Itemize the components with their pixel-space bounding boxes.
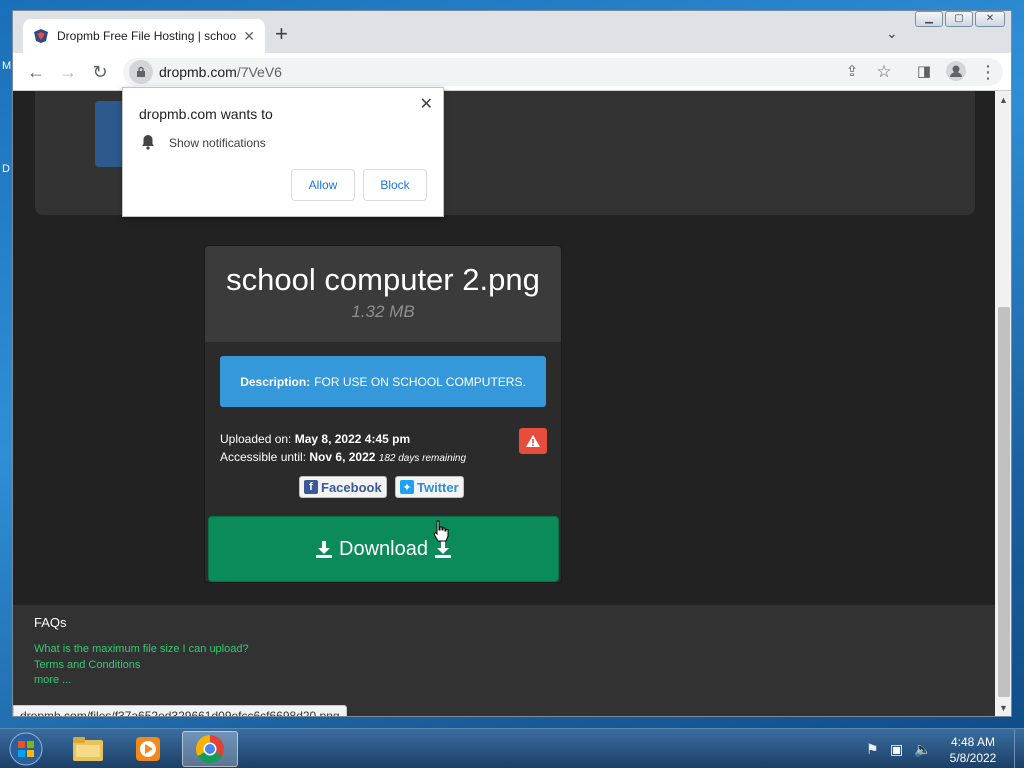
facebook-icon: f (304, 480, 318, 494)
taskbar-media-player-button[interactable] (120, 731, 176, 767)
close-window-button[interactable]: ✕ (975, 11, 1005, 27)
windows-orb-icon (9, 732, 43, 766)
clock-date: 5/8/2022 (949, 751, 997, 765)
profile-avatar-icon[interactable] (945, 61, 967, 83)
block-button[interactable]: Block (363, 169, 427, 201)
share-icon[interactable]: ⇪ (841, 61, 863, 83)
desktop-icon-label-d: D (2, 163, 10, 175)
description-text: FOR USE ON SCHOOL COMPUTERS. (314, 374, 526, 389)
file-meta: Uploaded on: May 8, 2022 4:45 pm Accessi… (220, 430, 466, 468)
minimize-button[interactable]: ▁ (915, 11, 943, 27)
taskbar-chrome-button[interactable] (182, 731, 238, 767)
twitter-share-button[interactable]: ✦ Twitter (395, 476, 464, 498)
uploaded-label: Uploaded on: (220, 432, 292, 446)
bell-icon (142, 135, 154, 150)
tab-search-chevron-icon[interactable]: ⌄ (886, 25, 898, 42)
address-bar[interactable]: dropmb.com/7VeV6 (123, 58, 1003, 86)
url-path: /7VeV6 (236, 64, 282, 80)
notification-permission-popup: dropmb.com wants to ✕ Show notifications… (122, 87, 444, 217)
browser-tab[interactable]: Dropmb Free File Hosting | school ✕ (23, 19, 265, 53)
popup-close-icon[interactable]: ✕ (420, 94, 433, 114)
lock-icon[interactable] (129, 60, 153, 84)
start-button[interactable] (4, 730, 48, 768)
description-box: Description: FOR USE ON SCHOOL COMPUTERS… (220, 356, 546, 407)
facebook-share-button[interactable]: f Facebook (299, 476, 387, 498)
side-panel-icon[interactable]: ◨ (913, 61, 935, 83)
status-bar-url: dropmb.com/files/f37a652ed329661d09efcc6… (13, 705, 347, 716)
days-remaining: 182 days remaining (378, 453, 467, 464)
reload-icon[interactable]: ↻ (89, 61, 111, 83)
file-card-header: school computer 2.png 1.32 MB (205, 246, 561, 342)
warning-icon (526, 435, 540, 447)
browser-toolbar: ← → ↻ dropmb.com/7VeV6 ⇪ ☆ ◨ ⋮ (13, 53, 1011, 91)
popup-permission-text: Show notifications (169, 136, 266, 150)
download-button[interactable]: Download (208, 516, 559, 582)
twitter-bird-icon: ✦ (400, 480, 414, 494)
uploaded-value: May 8, 2022 4:45 pm (294, 432, 411, 446)
popup-title: dropmb.com wants to (139, 106, 273, 122)
folder-icon (73, 737, 103, 761)
chrome-icon (196, 735, 224, 763)
maximize-button[interactable]: ▢ (945, 11, 973, 27)
url-host: dropmb.com (159, 64, 237, 80)
show-desktop-button[interactable] (1014, 729, 1024, 768)
system-clock[interactable]: 4:48 AM 5/8/2022 (938, 734, 1008, 766)
description-label: Description: (240, 374, 311, 389)
volume-icon[interactable]: 🔈 (914, 741, 931, 758)
faq-link-more[interactable]: more ... (34, 674, 71, 686)
forward-arrow-icon[interactable]: → (57, 61, 79, 83)
download-icon-right (434, 541, 451, 558)
file-name: school computer 2.png (226, 262, 540, 297)
scroll-down-arrow-icon[interactable]: ▼ (999, 703, 1008, 713)
page-scrollbar[interactable]: ▲ ▼ (995, 91, 1011, 716)
twitter-label: Twitter (417, 479, 459, 495)
tab-close-icon[interactable]: ✕ (243, 28, 255, 45)
faq-link-max-size[interactable]: What is the maximum file size I can uplo… (34, 643, 249, 655)
back-arrow-icon[interactable]: ← (25, 61, 47, 83)
taskbar-explorer-button[interactable] (60, 731, 116, 767)
accessible-label: Accessible until: (220, 450, 307, 464)
action-center-flag-icon[interactable]: ⚑ (866, 741, 879, 758)
network-icon[interactable]: ▣ (890, 741, 903, 758)
tab-title: Dropmb Free File Hosting | school (57, 29, 238, 43)
accessible-value: Nov 6, 2022 (309, 450, 376, 464)
desktop-icon-label-m: M (2, 60, 12, 72)
page-footer: FAQs What is the maximum file size I can… (13, 605, 995, 716)
file-card: school computer 2.png 1.32 MB Descriptio… (204, 245, 562, 583)
file-size: 1.32 MB (351, 302, 415, 321)
new-tab-button[interactable]: + (275, 23, 288, 45)
scroll-up-arrow-icon[interactable]: ▲ (999, 95, 1008, 105)
taskbar: ⚑ ▣ 🔈 4:48 AM 5/8/2022 (0, 728, 1024, 768)
faq-link-terms[interactable]: Terms and Conditions (34, 659, 140, 671)
bookmark-star-icon[interactable]: ☆ (873, 61, 895, 83)
dropmb-favicon-icon (34, 29, 48, 43)
download-icon (316, 541, 333, 558)
allow-button[interactable]: Allow (291, 169, 355, 201)
media-player-icon (136, 737, 160, 761)
facebook-label: Facebook (321, 479, 382, 495)
scroll-thumb[interactable] (998, 307, 1010, 697)
download-label: Download (339, 537, 428, 560)
hand-cursor-icon (433, 520, 449, 542)
report-warning-button[interactable] (519, 428, 547, 454)
tab-strip: Dropmb Free File Hosting | school ✕ + ⌄ … (13, 11, 1011, 53)
menu-kebab-icon[interactable]: ⋮ (977, 61, 999, 83)
faq-heading: FAQs (34, 615, 67, 630)
clock-time: 4:48 AM (950, 735, 996, 749)
